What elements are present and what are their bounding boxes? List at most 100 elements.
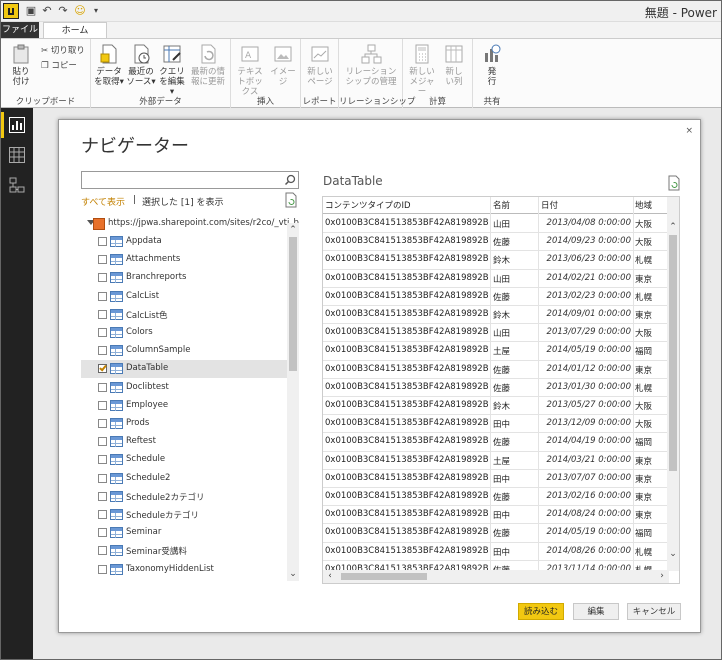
paste-button[interactable]: 貼り付け bbox=[7, 43, 35, 87]
show-selected-link[interactable]: 選択した [1] を表示 bbox=[142, 195, 223, 208]
tree-item[interactable]: Seminar bbox=[81, 524, 287, 542]
scroll-up-icon[interactable]: ⌃ bbox=[668, 222, 678, 232]
tree-item[interactable]: ColumnSample bbox=[81, 342, 287, 360]
publish-button[interactable]: 発行 bbox=[478, 43, 506, 87]
table-row: 0x0100B3C841513853BF42A819892B8EAD2A… 土屋 2… bbox=[323, 342, 669, 361]
tree-item-checkbox[interactable] bbox=[98, 400, 107, 410]
tree-item-checkbox[interactable] bbox=[98, 528, 107, 538]
tree-item-checkbox[interactable] bbox=[98, 346, 107, 356]
tree-root-node[interactable]: https://jpwa.sharepoint.com/sites/r2co/_… bbox=[81, 215, 299, 233]
edit-button[interactable]: 編集 bbox=[573, 603, 619, 620]
relationship-view-icon[interactable] bbox=[8, 176, 26, 194]
tree-item[interactable]: Schedule2 bbox=[81, 470, 287, 488]
data-view-icon[interactable] bbox=[8, 146, 26, 164]
recent-sources-button[interactable]: 最近のソース▾ bbox=[125, 43, 157, 87]
save-icon[interactable]: ▣ bbox=[24, 4, 38, 18]
tree-item-checkbox[interactable] bbox=[98, 564, 107, 574]
tree-item[interactable]: CalcList色 bbox=[81, 306, 287, 324]
tree-item-checkbox[interactable] bbox=[98, 291, 107, 301]
close-icon[interactable]: × bbox=[685, 126, 693, 136]
tree-item[interactable]: Attachments bbox=[81, 251, 287, 269]
tree-item[interactable]: TaxonomyHiddenList bbox=[81, 561, 287, 579]
tree-item[interactable]: Appdata bbox=[81, 233, 287, 251]
cut-button[interactable]: ✂ 切り取り bbox=[41, 44, 85, 56]
table-cell: 2013/07/07 0:00:00 bbox=[546, 472, 631, 483]
search-icon[interactable] bbox=[283, 173, 297, 187]
tab-file[interactable]: ファイル bbox=[1, 22, 39, 38]
tree-item[interactable]: Doclibtest bbox=[81, 379, 287, 397]
copy-button[interactable]: ❐ コピー bbox=[41, 59, 77, 71]
preview-vertical-thumb[interactable] bbox=[669, 235, 677, 471]
tree-item[interactable]: DataTable bbox=[81, 360, 287, 379]
undo-icon[interactable]: ↶ bbox=[40, 4, 54, 18]
refresh-preview-icon[interactable] bbox=[667, 175, 681, 191]
tree-item-label: TaxonomyHiddenList bbox=[126, 563, 214, 574]
tree-item-checkbox[interactable] bbox=[98, 273, 107, 283]
load-button[interactable]: 読み込む bbox=[518, 603, 564, 620]
smiley-icon[interactable]: ☺ bbox=[73, 4, 87, 18]
manage-relationships-label: リレーションシップの管理 bbox=[345, 67, 397, 87]
tree-item-checkbox[interactable] bbox=[98, 473, 107, 483]
table-cell: 0x0100B3C841513853BF42A819892B8EAD2A… bbox=[325, 345, 489, 356]
preview-horizontal-scrollbar[interactable]: ‹ › bbox=[323, 570, 669, 583]
tree-item[interactable]: Branchreports bbox=[81, 269, 287, 287]
refresh-list-icon[interactable] bbox=[284, 192, 298, 208]
new-page-button[interactable]: 新しいページ bbox=[304, 43, 336, 87]
new-column-button[interactable]: 新しい列 bbox=[439, 43, 469, 87]
table-row: 0x0100B3C841513853BF42A819892B8EAD2A… 山田 2… bbox=[323, 324, 669, 343]
search-input[interactable] bbox=[82, 172, 282, 188]
tree-item[interactable]: Schedule2カテゴリ bbox=[81, 488, 287, 506]
edit-queries-button[interactable]: クエリを編集▾ bbox=[157, 43, 187, 97]
textbox-button[interactable]: A テキストボックス bbox=[233, 43, 267, 97]
paste-label: 貼り付け bbox=[12, 67, 30, 87]
scroll-down-icon[interactable]: ⌄ bbox=[668, 549, 678, 559]
scroll-down-icon[interactable]: ⌄ bbox=[288, 569, 298, 579]
tree-item[interactable]: Prods bbox=[81, 415, 287, 433]
tree-item[interactable]: Reftest bbox=[81, 433, 287, 451]
tree-item[interactable]: Schedule bbox=[81, 451, 287, 469]
get-data-button[interactable]: データを取得▾ bbox=[93, 43, 125, 87]
preview-vertical-scrollbar[interactable]: ⌃ ⌄ bbox=[667, 197, 679, 571]
tree-item-checkbox[interactable] bbox=[98, 237, 107, 246]
image-button[interactable]: イメージ bbox=[267, 43, 299, 87]
tree-item-checkbox[interactable] bbox=[98, 382, 107, 392]
cancel-button[interactable]: キャンセル bbox=[627, 603, 681, 620]
tree-item[interactable]: Scheduleカテゴリ bbox=[81, 506, 287, 524]
tree-scrollbar[interactable]: ⌃ ⌄ bbox=[287, 223, 299, 581]
tree-item-checkbox[interactable] bbox=[98, 437, 107, 447]
tab-home[interactable]: ホーム bbox=[43, 22, 107, 38]
tree-item[interactable]: CalcList bbox=[81, 288, 287, 306]
manage-relationships-button[interactable]: リレーションシップの管理 bbox=[343, 43, 399, 87]
preview-horizontal-thumb[interactable] bbox=[341, 573, 427, 580]
tree-item-checkbox[interactable] bbox=[98, 546, 107, 556]
tree-item-checkbox[interactable] bbox=[98, 419, 107, 428]
redo-icon[interactable]: ↷ bbox=[56, 4, 70, 18]
report-view-icon[interactable] bbox=[8, 116, 26, 134]
quick-access-dropdown-icon[interactable]: ▾ bbox=[89, 4, 103, 18]
tree-item-checkbox[interactable] bbox=[98, 510, 107, 519]
tree-item[interactable]: Seminar受講料 bbox=[81, 542, 287, 560]
tree-item-checkbox[interactable] bbox=[98, 328, 107, 337]
tree-item-checkbox[interactable] bbox=[98, 363, 107, 374]
tree-item[interactable]: Colors bbox=[81, 324, 287, 342]
show-all-link[interactable]: すべて表示 bbox=[81, 195, 125, 208]
scroll-up-icon[interactable]: ⌃ bbox=[288, 225, 298, 235]
tree-item-checkbox[interactable] bbox=[98, 309, 107, 319]
column-header-date[interactable]: 日付 bbox=[541, 199, 631, 211]
tree-item-checkbox[interactable] bbox=[98, 255, 107, 265]
scroll-left-icon[interactable]: ‹ bbox=[325, 571, 335, 581]
column-header-region[interactable]: 地域 bbox=[635, 199, 669, 211]
tree-item-checkbox[interactable] bbox=[98, 491, 107, 501]
column-header-name[interactable]: 名前 bbox=[493, 199, 537, 211]
tree-item[interactable]: Employee bbox=[81, 397, 287, 415]
tree-item-checkbox[interactable] bbox=[98, 455, 107, 465]
scroll-right-icon[interactable]: › bbox=[657, 571, 667, 581]
tree-scroll-thumb[interactable] bbox=[289, 237, 297, 371]
column-header-content-type-id[interactable]: コンテンツタイプのID bbox=[325, 199, 489, 211]
table-cell: 2014/01/12 0:00:00 bbox=[546, 363, 631, 374]
new-measure-button[interactable]: 新しいメジャー bbox=[406, 43, 438, 97]
table-cell: 大阪 bbox=[635, 238, 653, 249]
navigator-dialog: ナビゲーター × すべて表示 | 選択した [1] を表示 https://jp… bbox=[58, 119, 701, 633]
refresh-button[interactable]: 最新の情報に更新 bbox=[189, 43, 227, 87]
publish-label: 発行 bbox=[487, 67, 497, 87]
